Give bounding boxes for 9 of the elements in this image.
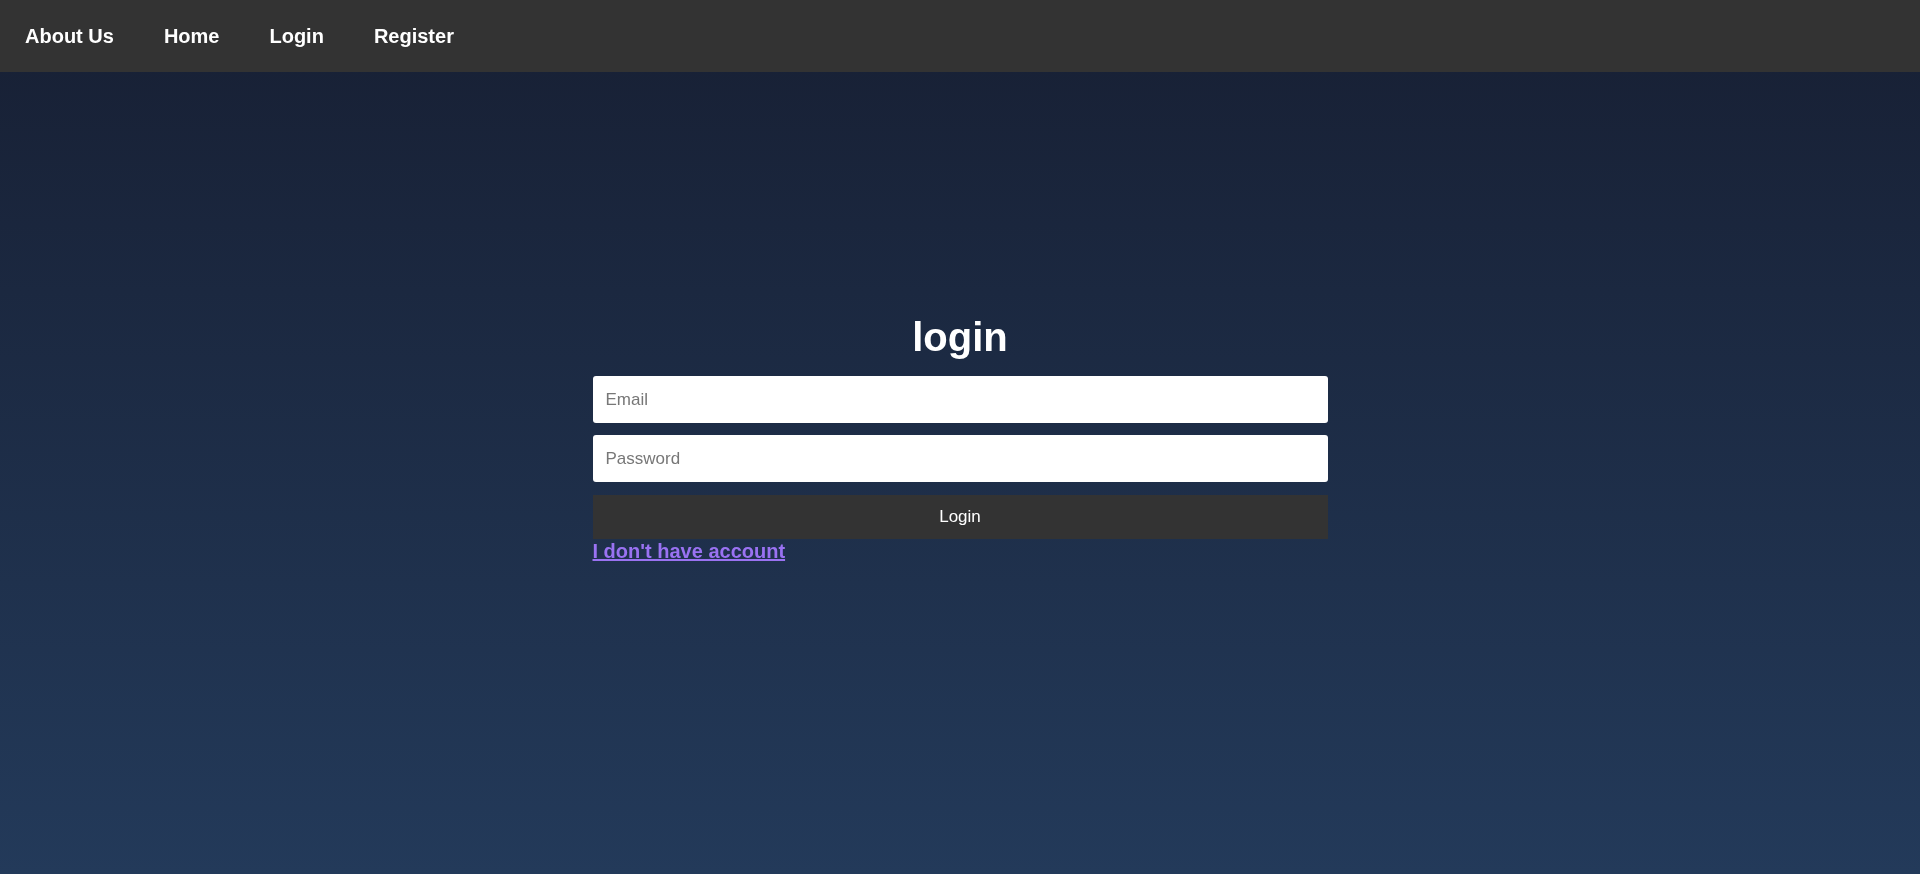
form-title: login [911, 315, 1009, 360]
no-account-link[interactable]: I don't have account [592, 540, 786, 563]
nav-link[interactable]: About Us [25, 24, 114, 48]
password-field[interactable]: Password [592, 435, 1328, 482]
nav-link[interactable]: Home [163, 24, 220, 48]
email-field[interactable]: Email [592, 376, 1328, 423]
nav-link[interactable]: Login [269, 24, 324, 48]
login-button[interactable]: Login [592, 495, 1328, 539]
nav-link[interactable]: Register [373, 24, 454, 48]
